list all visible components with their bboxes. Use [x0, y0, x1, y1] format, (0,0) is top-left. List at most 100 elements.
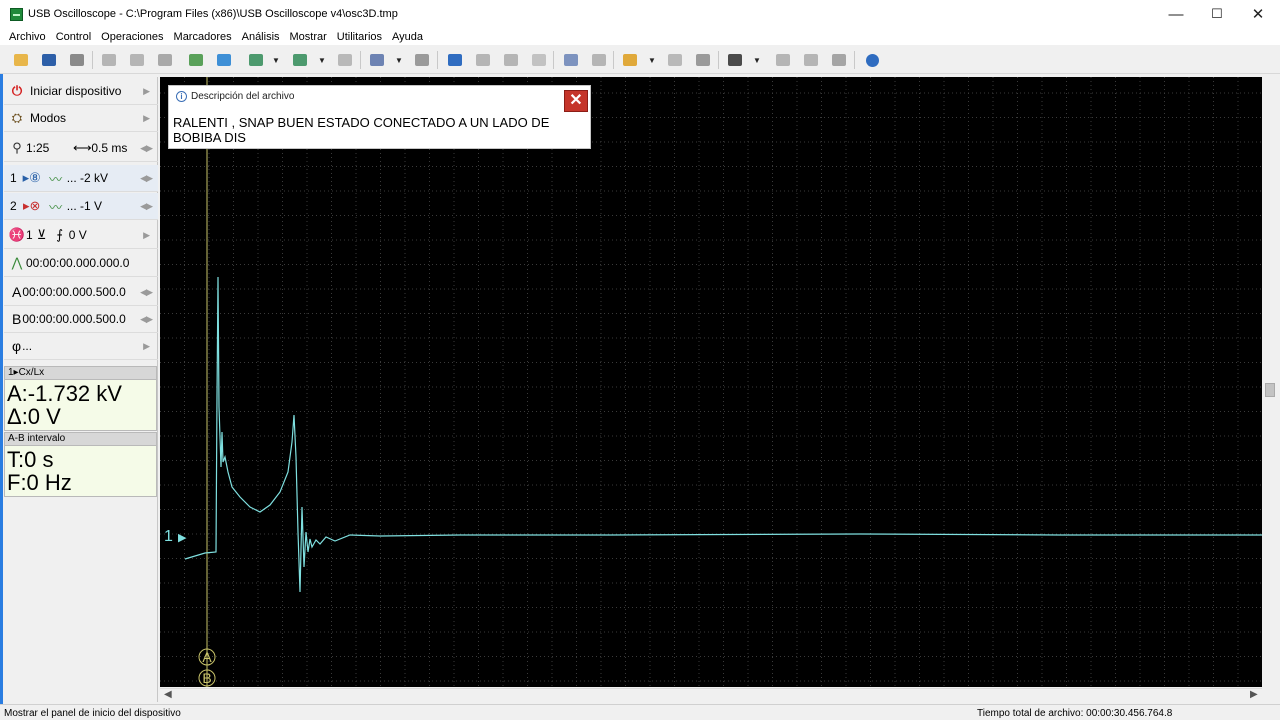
axis-button[interactable] — [186, 50, 206, 70]
cx-delta-value: Δ:0 V — [7, 404, 61, 429]
paste-icon — [130, 54, 144, 66]
open-folder-dropdown[interactable]: ▼ — [642, 50, 662, 70]
folder-open-icon — [623, 54, 637, 66]
scroll-left-icon[interactable]: ◀ — [164, 689, 172, 700]
save-button[interactable] — [39, 50, 59, 70]
menu-utilitarios[interactable]: Utilitarios — [332, 31, 387, 43]
phase-label: φ — [12, 338, 22, 354]
page-button[interactable] — [801, 50, 821, 70]
print-button[interactable] — [67, 50, 87, 70]
status-hint: Mostrar el panel de inicio del dispositi… — [4, 708, 181, 719]
status-total-time: Tiempo total de archivo: 00:00:30.456.76… — [977, 708, 1173, 719]
chevron-down-icon: ▼ — [272, 55, 280, 65]
minimize-button[interactable]: — — [1155, 0, 1197, 28]
copy-button[interactable] — [99, 50, 119, 70]
channel-1-probe-icon: ▸⑧ — [22, 170, 41, 185]
marker-a-row[interactable]: A 00:00:00.000.500.0 ◀▶ — [4, 279, 158, 306]
check-next-icon — [504, 54, 518, 66]
adjust-arrows-icon: ◀▶ — [140, 313, 153, 324]
zoom-icon — [370, 54, 384, 66]
cx-lx-header: 1▸Cx/Lx — [4, 366, 157, 380]
info-icon: i — [176, 91, 187, 102]
check-next-button[interactable] — [501, 50, 521, 70]
toolbar-separator — [718, 51, 719, 69]
undo-button[interactable] — [335, 50, 355, 70]
trigger-icon: ♓ — [8, 227, 26, 242]
delete-icon — [832, 54, 846, 66]
signal-mode-dropdown[interactable]: ▼ — [266, 50, 286, 70]
display-button[interactable] — [725, 50, 745, 70]
scope-canvas[interactable]: 1 ▶ A B — [160, 77, 1262, 687]
signal-filter-button[interactable] — [290, 50, 310, 70]
channel-2-row[interactable]: 2 ▸⊗ 〰 ... -1 V ◀▶ — [4, 193, 158, 220]
close-button[interactable]: ✕ — [1237, 0, 1279, 28]
signal-mode-button[interactable] — [246, 50, 266, 70]
play-button[interactable] — [665, 50, 685, 70]
chevron-down-icon: ▼ — [753, 55, 761, 65]
menu-control[interactable]: Control — [51, 31, 96, 43]
paste-button[interactable] — [127, 50, 147, 70]
left-control-panel: ⏻ Iniciar dispositivo ▶ ⛭ Modos ▶ ⚲ 1:25… — [4, 77, 158, 702]
menu-ayuda[interactable]: Ayuda — [387, 31, 428, 43]
phase-row[interactable]: φ ... ▶ — [4, 333, 158, 360]
menu-marcadores[interactable]: Marcadores — [169, 31, 237, 43]
open-file-button[interactable] — [11, 50, 31, 70]
timebase-icon: ⟷ — [73, 140, 92, 155]
marker-a-label: A — [12, 284, 22, 300]
zoom-timebase-row[interactable]: ⚲ 1:25 ⟷ 0.5 ms ◀▶ — [4, 135, 158, 162]
channel-1-row[interactable]: 1 ▸⑧ 〰 ... -2 kV ◀▶ — [4, 165, 158, 192]
popup-close-button[interactable]: ✕ — [564, 90, 588, 112]
document-icon — [532, 54, 546, 66]
zoom-button[interactable] — [367, 50, 387, 70]
check-all-button[interactable] — [473, 50, 493, 70]
open-folder-button[interactable] — [620, 50, 640, 70]
horizontal-scrollbar[interactable]: ◀ ▶ — [160, 688, 1262, 703]
stamp-icon — [158, 54, 172, 66]
menu-mostrar[interactable]: Mostrar — [285, 31, 332, 43]
menu-operaciones[interactable]: Operaciones — [96, 31, 168, 43]
panel-icon — [776, 54, 790, 66]
stop-button[interactable] — [693, 50, 713, 70]
printer-icon — [70, 54, 84, 66]
start-device-row[interactable]: ⏻ Iniciar dispositivo ▶ — [4, 78, 158, 105]
power-icon: ⏻ — [11, 83, 23, 98]
delete-button[interactable] — [829, 50, 849, 70]
remove-icon — [415, 54, 429, 66]
panel-button[interactable] — [773, 50, 793, 70]
channel-1-offset-marker[interactable]: 1 — [164, 528, 173, 545]
zoom-dropdown[interactable]: ▼ — [389, 50, 409, 70]
export-button[interactable] — [589, 50, 609, 70]
title-bar: USB Oscilloscope - C:\Program Files (x86… — [0, 0, 1280, 28]
cx-lx-readout: A:-1.732 kV Δ:0 V — [4, 380, 157, 431]
marker-a-time: 00:00:00.000.500.0 — [22, 285, 126, 299]
maximize-button[interactable]: ☐ — [1196, 0, 1238, 28]
signal-filter-dropdown[interactable]: ▼ — [312, 50, 332, 70]
oscilloscope-display[interactable]: 1 ▶ A B — [160, 77, 1262, 687]
chevron-down-icon: ▼ — [395, 55, 403, 65]
scroll-right-icon[interactable]: ▶ — [1250, 689, 1258, 700]
menu-archivo[interactable]: Archivo — [4, 31, 51, 43]
remove-button[interactable] — [412, 50, 432, 70]
check-button[interactable] — [445, 50, 465, 70]
help-button[interactable] — [862, 50, 882, 70]
modes-row[interactable]: ⛭ Modos ▶ — [4, 105, 158, 132]
document-button[interactable] — [529, 50, 549, 70]
channel-select-button[interactable] — [214, 50, 234, 70]
marker-b-row[interactable]: B 00:00:00.000.500.0 ◀▶ — [4, 306, 158, 333]
trigger-row[interactable]: ♓ 1 ⊻ ⨍ 0 V ▶ — [4, 222, 158, 249]
select-area-button[interactable] — [561, 50, 581, 70]
channel-2-scale: ... -1 V — [66, 199, 103, 213]
ab-interval-header: A-B intervalo — [4, 432, 157, 446]
display-dropdown[interactable]: ▼ — [747, 50, 767, 70]
stop-icon — [696, 54, 710, 66]
trigger-slope-icon: ⨍ — [56, 227, 64, 242]
channel-1-label: 1 — [10, 171, 17, 185]
vertical-scroll-thumb[interactable] — [1265, 383, 1275, 397]
menu-analisis[interactable]: Análisis — [237, 31, 285, 43]
trigger-channel: 1 — [26, 228, 33, 242]
channel-2-label: 2 — [10, 199, 17, 213]
trigger-time-row[interactable]: ⋀ 00:00:00.000.000.0 — [4, 250, 158, 277]
stamp-button[interactable] — [155, 50, 175, 70]
toolbar-separator — [360, 51, 361, 69]
vertical-scrollbar[interactable] — [1262, 77, 1277, 687]
